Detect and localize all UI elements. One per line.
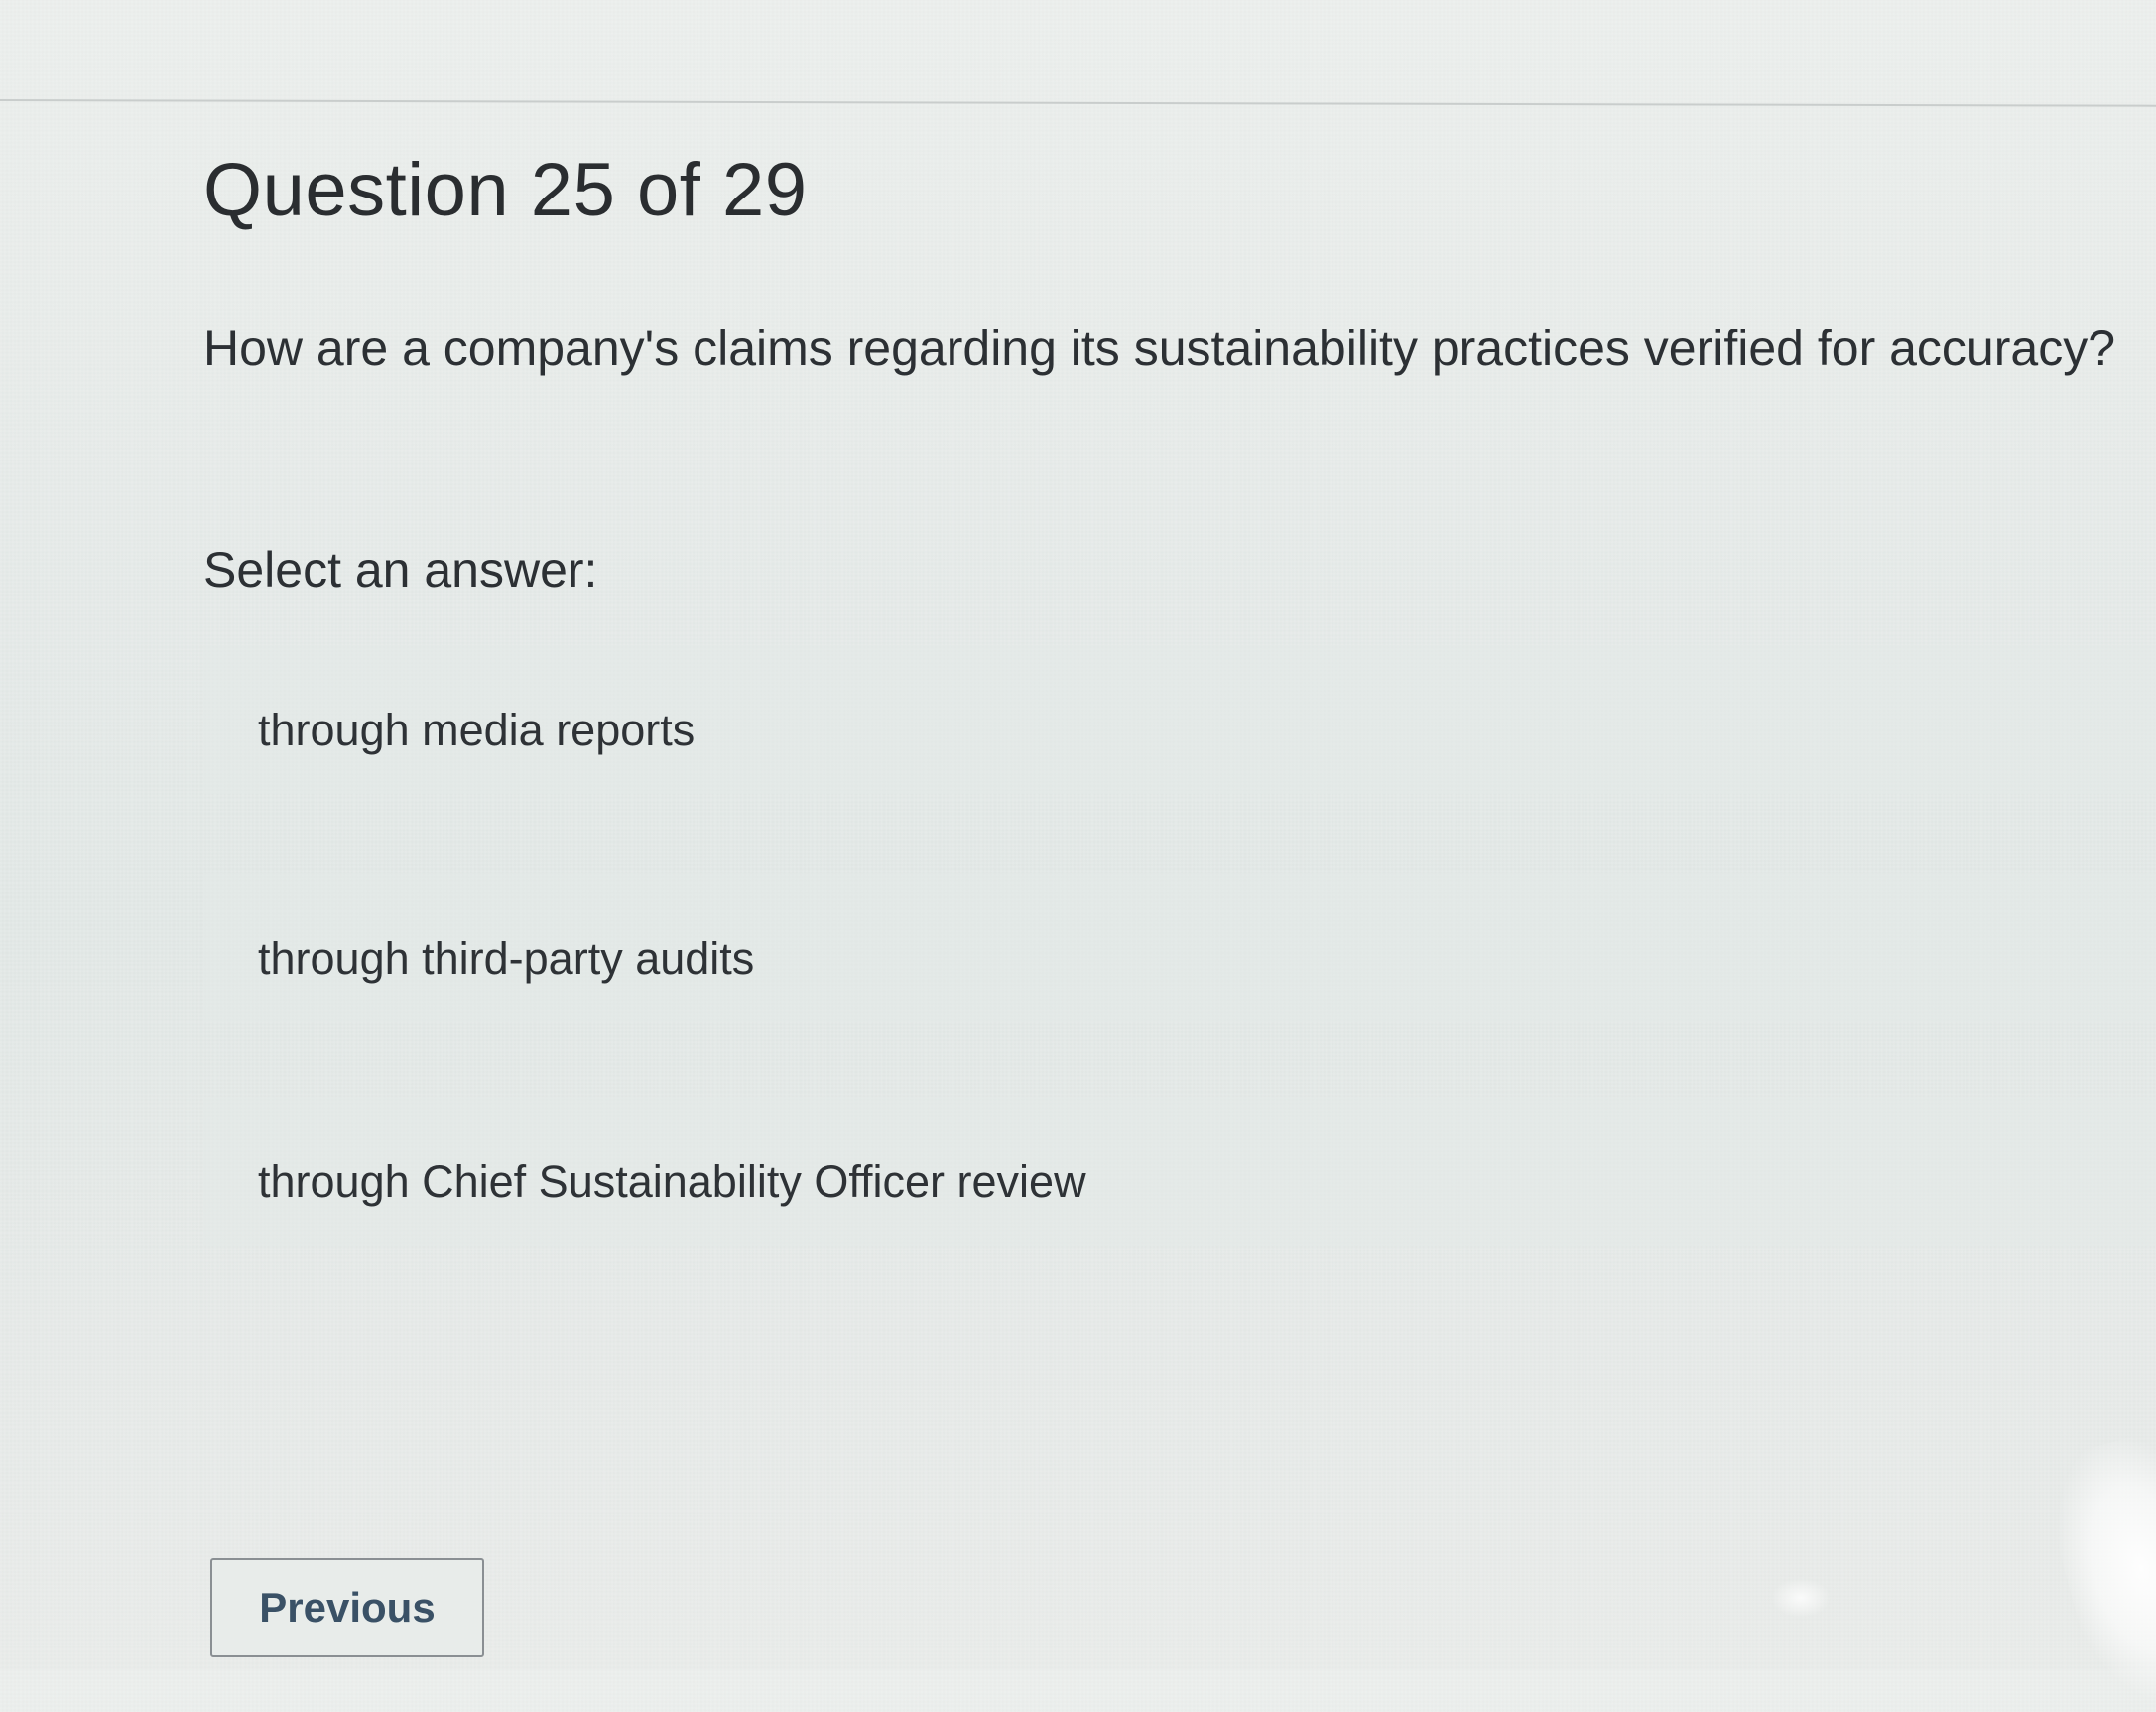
answer-option-label: through Chief Sustainability Officer rev… <box>258 1156 1086 1207</box>
question-heading: Question 25 of 29 <box>203 148 808 232</box>
answer-option-label: through media reports <box>258 705 696 755</box>
previous-button[interactable]: Previous <box>210 1558 484 1657</box>
answer-option-label: through third-party audits <box>258 933 755 984</box>
screen-glare-small <box>1771 1578 1831 1618</box>
answer-option-third-party-audits[interactable]: through third-party audits <box>203 873 2156 1022</box>
screen-glare <box>2035 1424 2156 1712</box>
answer-option-cso-review[interactable]: through Chief Sustainability Officer rev… <box>203 1097 2156 1246</box>
question-text: How are a company's claims regarding its… <box>203 321 2116 376</box>
select-answer-label: Select an answer: <box>203 542 598 597</box>
header-divider <box>0 99 2156 107</box>
answer-option-media-reports[interactable]: through media reports <box>203 645 2156 794</box>
